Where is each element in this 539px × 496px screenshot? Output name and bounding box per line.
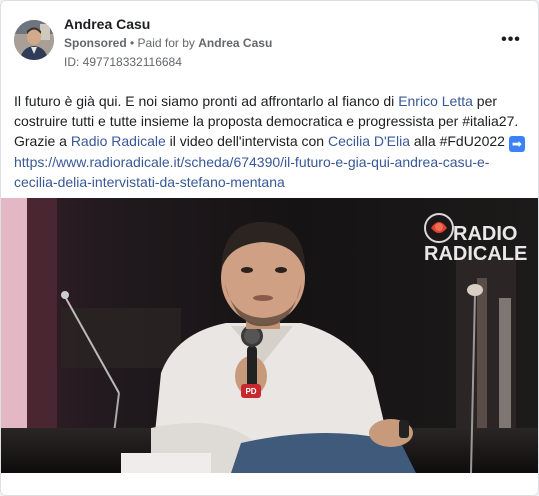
- avatar[interactable]: [14, 20, 54, 60]
- text-part-1: Il futuro è già qui. E noi siamo pronti …: [14, 93, 399, 109]
- video-player[interactable]: PD RADIO RADICALE: [1, 198, 538, 473]
- more-options-icon[interactable]: •••: [497, 28, 525, 52]
- text-part-4: il video dell'intervista con: [165, 133, 328, 149]
- post-header: Andrea Casu Sponsored • Paid for by Andr…: [14, 14, 525, 69]
- post-footer: [1, 473, 538, 495]
- post-link-url-line-1[interactable]: https://www.radioradicale.it/scheda/6743…: [14, 154, 489, 170]
- paid-for-name[interactable]: Andrea Casu: [198, 36, 272, 50]
- sponsor-line: Sponsored • Paid for by Andrea Casu: [64, 36, 272, 50]
- avatar-photo: [14, 20, 54, 60]
- logo-text-radio: RADIO: [453, 223, 517, 245]
- meta-separator: •: [126, 36, 138, 50]
- video-frame: PD RADIO RADICALE: [1, 198, 538, 473]
- author-name[interactable]: Andrea Casu: [64, 16, 150, 32]
- sponsored-label: Sponsored: [64, 36, 127, 50]
- text-part-5: alla #FdU2022: [410, 133, 509, 149]
- sponsored-post-card: Andrea Casu Sponsored • Paid for by Andr…: [0, 0, 539, 496]
- text-part-3: Grazie a: [14, 133, 71, 149]
- ad-id: ID: 497718332116684: [64, 55, 182, 69]
- mic-badge: PD: [245, 387, 256, 396]
- post-text: Il futuro è già qui. E noi siamo pronti …: [14, 91, 529, 192]
- paid-for-prefix: Paid for by: [137, 36, 199, 50]
- logo-text-radicale: RADICALE: [424, 243, 527, 265]
- mention-radio-radicale[interactable]: Radio Radicale: [71, 133, 166, 149]
- mention-cecilia-delia[interactable]: Cecilia D'Elia: [328, 133, 410, 149]
- post-link-url-line-2[interactable]: cecilia-delia-intervistati-da-stefano-me…: [14, 174, 285, 190]
- mention-enrico-letta[interactable]: Enrico Letta: [398, 93, 473, 109]
- arrow-right-icon: ➡: [508, 136, 525, 152]
